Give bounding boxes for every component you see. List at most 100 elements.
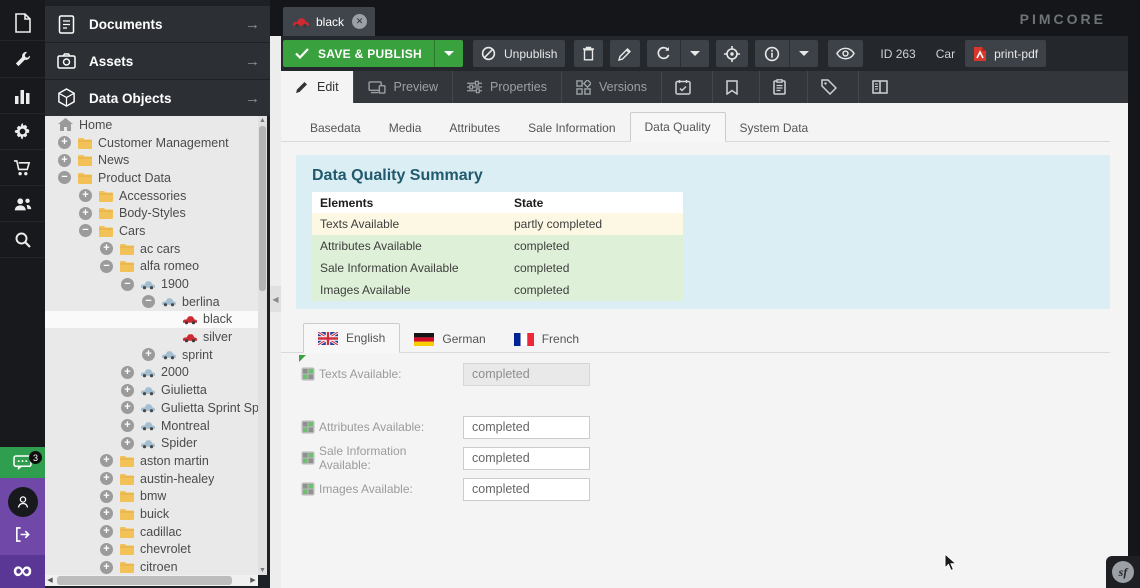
tab-tags[interactable] bbox=[808, 71, 859, 103]
reload-options-caret[interactable] bbox=[681, 40, 709, 67]
tree-item[interactable]: −Product Data bbox=[45, 169, 258, 187]
tab-properties[interactable]: Properties bbox=[453, 71, 562, 103]
subtab-media[interactable]: Media bbox=[375, 114, 436, 142]
close-icon[interactable]: ✕ bbox=[352, 14, 367, 29]
open-preview-button[interactable] bbox=[828, 40, 863, 67]
expand-icon[interactable]: + bbox=[100, 543, 113, 556]
symfony-debug-toolbar[interactable]: sf bbox=[1106, 556, 1140, 588]
tree-item[interactable]: +bmw bbox=[45, 487, 258, 505]
save-options-caret[interactable] bbox=[435, 40, 463, 67]
expand-icon[interactable]: + bbox=[58, 136, 71, 149]
chevron-right-icon[interactable]: → bbox=[245, 53, 260, 70]
chevron-right-icon[interactable]: → bbox=[245, 90, 260, 107]
delete-button[interactable] bbox=[574, 40, 603, 67]
expand-icon[interactable]: + bbox=[100, 507, 113, 520]
info-options-caret[interactable] bbox=[790, 40, 818, 67]
search-icon[interactable] bbox=[0, 222, 45, 258]
reload-button[interactable] bbox=[647, 40, 680, 67]
tree-item[interactable]: +Customer Management bbox=[45, 134, 258, 152]
pimcore-logo[interactable]: ∞ bbox=[0, 555, 45, 588]
expand-icon[interactable]: + bbox=[121, 401, 134, 414]
field-value-input[interactable]: completed bbox=[463, 447, 590, 470]
tree-item[interactable]: −berlina bbox=[45, 293, 258, 311]
tree-item[interactable]: +Gulietta Sprint Specia bbox=[45, 399, 258, 417]
tree-item[interactable]: −1900 bbox=[45, 275, 258, 293]
expand-icon[interactable]: + bbox=[58, 154, 71, 167]
avatar[interactable] bbox=[0, 478, 45, 517]
lang-tab-french[interactable]: French bbox=[500, 325, 593, 353]
settings-gear-icon[interactable] bbox=[0, 114, 45, 150]
collapse-icon[interactable]: − bbox=[100, 260, 113, 273]
tab-workflow[interactable] bbox=[859, 71, 909, 103]
expand-icon[interactable]: + bbox=[100, 454, 113, 467]
tree-item[interactable]: +News bbox=[45, 151, 258, 169]
lang-tab-english[interactable]: English bbox=[303, 323, 400, 353]
chevron-right-icon[interactable]: → bbox=[245, 16, 260, 33]
tab-schedule[interactable] bbox=[662, 71, 713, 103]
field-value-input[interactable]: completed bbox=[463, 416, 590, 439]
locate-in-tree-button[interactable] bbox=[716, 40, 748, 67]
collapse-icon[interactable]: − bbox=[58, 171, 71, 184]
tree-horizontal-scrollbar[interactable]: ◀ ▶ bbox=[45, 575, 258, 586]
tree-item[interactable]: +chevrolet bbox=[45, 541, 258, 559]
tab-reports[interactable] bbox=[760, 71, 808, 103]
expand-icon[interactable]: + bbox=[100, 525, 113, 538]
unpublish-button[interactable]: Unpublish bbox=[473, 40, 565, 67]
panel-assets[interactable]: Assets → bbox=[45, 43, 270, 79]
expand-icon[interactable]: + bbox=[100, 490, 113, 503]
field-value-input[interactable]: completed bbox=[463, 363, 590, 386]
expand-icon[interactable]: + bbox=[79, 189, 92, 202]
tree-item[interactable]: +2000 bbox=[45, 364, 258, 382]
tree-item[interactable]: +austin-healey bbox=[45, 470, 258, 488]
scroll-up-arrow[interactable]: ▲ bbox=[258, 116, 267, 125]
tab-preview[interactable]: Preview bbox=[354, 71, 453, 103]
tree-item[interactable]: +citroen bbox=[45, 558, 258, 575]
tree-vertical-scrollbar[interactable]: ▲ ▼ bbox=[258, 116, 267, 575]
collapse-panel-handle[interactable]: ◀ bbox=[270, 286, 281, 312]
scrollbar-thumb[interactable] bbox=[259, 126, 266, 291]
expand-icon[interactable]: + bbox=[121, 437, 134, 450]
tree-item[interactable]: Home bbox=[45, 116, 258, 134]
subtab-data-quality[interactable]: Data Quality bbox=[630, 112, 726, 142]
expand-icon[interactable]: + bbox=[121, 366, 134, 379]
tree-item[interactable]: +Montreal bbox=[45, 417, 258, 435]
scroll-down-arrow[interactable]: ▼ bbox=[258, 566, 267, 575]
chat-icon[interactable]: 3 bbox=[0, 447, 45, 478]
wrench-icon[interactable] bbox=[0, 42, 45, 78]
tab-notes[interactable] bbox=[713, 71, 760, 103]
tree-item[interactable]: +Spider bbox=[45, 434, 258, 452]
tree-item[interactable]: +sprint bbox=[45, 346, 258, 364]
scroll-left-arrow[interactable]: ◀ bbox=[45, 575, 55, 586]
expand-icon[interactable]: + bbox=[121, 419, 134, 432]
tree-item[interactable]: +Giulietta bbox=[45, 381, 258, 399]
reports-chart-icon[interactable] bbox=[0, 78, 45, 114]
tree-item[interactable]: −alfa romeo bbox=[45, 258, 258, 276]
expand-icon[interactable]: + bbox=[100, 472, 113, 485]
field-value-input[interactable]: completed bbox=[463, 478, 590, 501]
expand-icon[interactable]: + bbox=[142, 348, 155, 361]
collapse-icon[interactable]: − bbox=[121, 278, 134, 291]
tree-item[interactable]: −Cars bbox=[45, 222, 258, 240]
collapse-icon[interactable]: − bbox=[142, 295, 155, 308]
panel-data-objects[interactable]: Data Objects → bbox=[45, 80, 270, 116]
expand-icon[interactable]: + bbox=[100, 561, 113, 574]
rename-button[interactable] bbox=[610, 40, 640, 67]
tree-item[interactable]: +aston martin bbox=[45, 452, 258, 470]
tree-item[interactable]: +Accessories bbox=[45, 187, 258, 205]
file-icon[interactable] bbox=[0, 5, 45, 41]
tree-item[interactable]: +ac cars bbox=[45, 240, 258, 258]
tree-item[interactable]: +Body-Styles bbox=[45, 204, 258, 222]
scroll-right-arrow[interactable]: ▶ bbox=[248, 575, 258, 586]
editor-tab-black[interactable]: black ✕ bbox=[283, 7, 375, 36]
info-button[interactable] bbox=[755, 40, 789, 67]
subtab-attributes[interactable]: Attributes bbox=[435, 114, 514, 142]
tab-versions[interactable]: Versions bbox=[562, 71, 662, 103]
panel-documents[interactable]: Documents → bbox=[45, 6, 270, 42]
tree-item[interactable]: black bbox=[45, 311, 258, 329]
ecommerce-cart-icon[interactable] bbox=[0, 150, 45, 186]
expand-icon[interactable]: + bbox=[79, 207, 92, 220]
expand-icon[interactable]: + bbox=[100, 242, 113, 255]
tab-edit[interactable]: Edit bbox=[281, 71, 354, 103]
subtab-sale-information[interactable]: Sale Information bbox=[514, 114, 629, 142]
lang-tab-german[interactable]: German bbox=[400, 325, 499, 353]
